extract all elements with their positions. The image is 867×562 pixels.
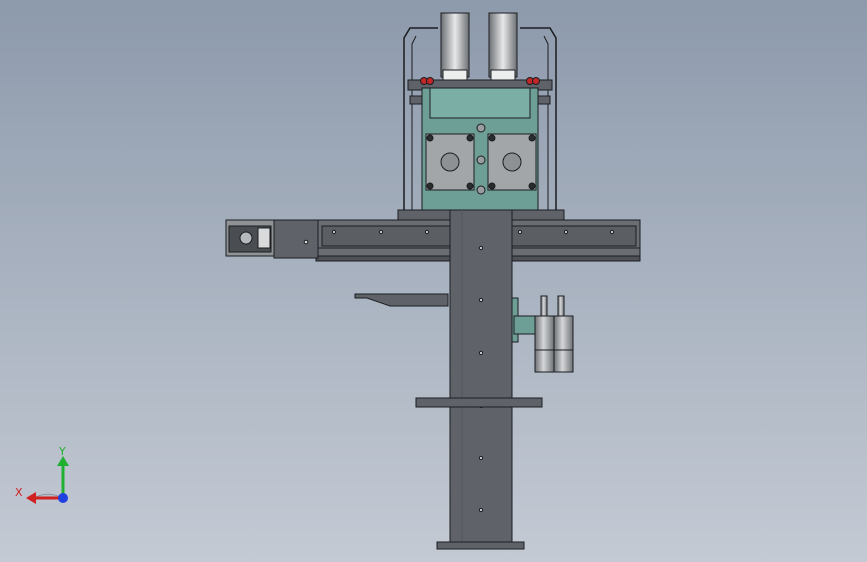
pneumatic-unit[interactable]: [511, 295, 574, 373]
column-hole: [478, 507, 484, 513]
cylinder-rod-left: [540, 295, 548, 317]
motor-right-screw: [528, 182, 536, 190]
column-body: [449, 209, 513, 545]
motor-plate-top: [429, 87, 531, 119]
motor-left-screw: [466, 182, 474, 190]
plate-bolt: [476, 185, 486, 195]
motor-assembly[interactable]: [397, 12, 565, 221]
linear-module[interactable]: [225, 219, 641, 262]
rail-screw: [331, 229, 337, 235]
assembly-drawing[interactable]: Y X: [0, 0, 867, 562]
cross-bar: [415, 397, 543, 408]
rail-screw: [378, 229, 384, 235]
column-foot: [436, 541, 525, 550]
plate-bolt: [476, 155, 486, 165]
gripper-arm-left: [354, 293, 449, 307]
timing-belt-left: [440, 12, 470, 78]
end-motor-housing: [273, 219, 319, 259]
motor-left-screw: [426, 134, 434, 142]
bolt-red-4: [532, 77, 540, 85]
plate-bolt: [476, 123, 486, 133]
cylinder-body-right: [553, 315, 574, 373]
motor-left-shaft: [440, 152, 460, 172]
cad-viewport[interactable]: Y X: [0, 0, 867, 562]
motor-right-shaft: [502, 152, 522, 172]
housing-screw: [303, 239, 309, 245]
column-hole: [478, 455, 484, 461]
end-motor-connector: [257, 227, 271, 249]
rail-screw: [609, 229, 615, 235]
motor-left-screw: [426, 182, 434, 190]
x-axis-arrowhead: [26, 492, 36, 504]
column-hole: [478, 245, 484, 251]
bolt-red-2: [426, 77, 434, 85]
z-axis-dot: [58, 493, 68, 503]
rail-screw: [563, 229, 569, 235]
timing-belt-right: [488, 12, 518, 78]
x-axis-label: X: [15, 486, 23, 499]
orientation-triad[interactable]: Y X: [15, 445, 69, 504]
motor-left-screw: [466, 134, 474, 142]
motor-right-screw: [488, 182, 496, 190]
cylinder-rod-right: [557, 295, 565, 317]
cylinder-mount: [513, 315, 537, 335]
motor-right-screw: [528, 134, 536, 142]
column-hole: [478, 350, 484, 356]
y-axis-label: Y: [58, 445, 66, 458]
column-hole: [478, 297, 484, 303]
rail-screw: [517, 229, 523, 235]
end-motor-shaft: [239, 231, 253, 245]
motor-right-screw: [488, 134, 496, 142]
rail-screw: [424, 229, 430, 235]
cylinder-body-left: [534, 315, 555, 373]
